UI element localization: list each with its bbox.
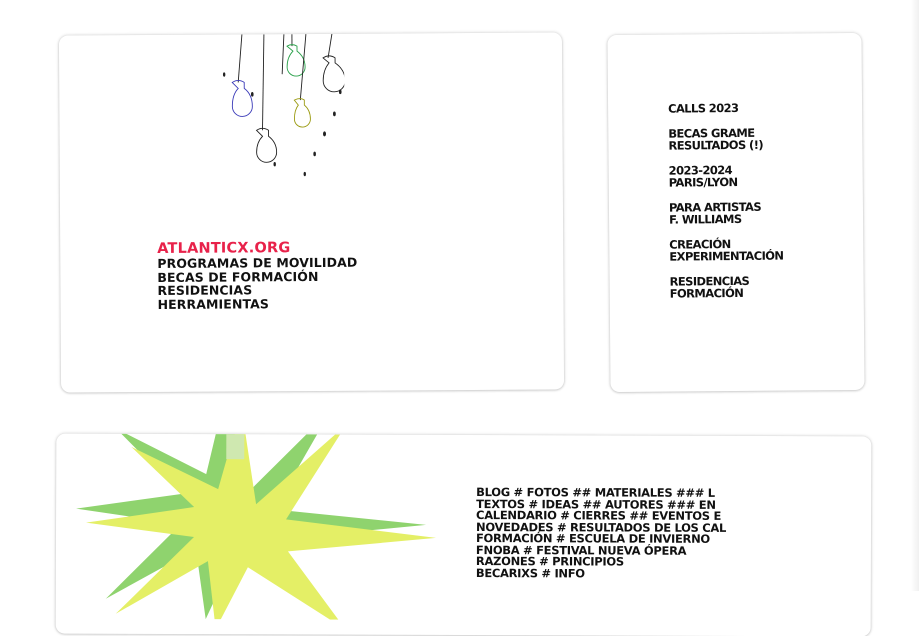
nav-menu: CALLS 2023 BECAS GRAME RESULTADOS (!) 20…	[668, 101, 860, 312]
intro-card: ATLANTICX.ORG PROGRAMAS DE MOVILIDAD BEC…	[59, 32, 564, 392]
intro-text: ATLANTICX.ORG PROGRAMAS DE MOVILIDAD BEC…	[157, 240, 357, 311]
tag-line[interactable]: BECARIXS # INFO	[476, 568, 766, 581]
menu-item-artistas[interactable]: PARA ARTISTAS F. WILLIAMS	[669, 199, 859, 226]
menu-item-sublabel: EXPERIMENTACIÓN	[669, 249, 859, 263]
starburst-illustration	[76, 434, 437, 620]
menu-item-sublabel: RESULTADOS (!)	[668, 138, 858, 152]
tags-card: BLOG # FOTOS ## MATERIALES ### L TEXTOS …	[56, 434, 872, 636]
light-bulbs-illustration	[164, 34, 345, 195]
menu-card: CALLS 2023 BECAS GRAME RESULTADOS (!) 20…	[607, 33, 864, 392]
tag-cloud: BLOG # FOTOS ## MATERIALES ### L TEXTOS …	[476, 487, 766, 580]
menu-item-residencias[interactable]: RESIDENCIAS FORMACIÓN	[670, 273, 860, 300]
menu-item-becas-grame[interactable]: BECAS GRAME RESULTADOS (!)	[668, 125, 858, 152]
menu-item-paris-lyon[interactable]: 2023-2024 PARIS/LYON	[669, 162, 859, 189]
menu-item-sublabel: F. WILLIAMS	[669, 212, 859, 226]
page-edge	[911, 0, 919, 591]
intro-line: PROGRAMAS DE MOVILIDAD	[157, 256, 357, 271]
intro-line: BECAS DE FORMACIÓN	[157, 269, 357, 284]
menu-item-label: CALLS 2023	[668, 101, 858, 115]
menu-item-sublabel: FORMACIÓN	[670, 286, 860, 300]
menu-item-calls[interactable]: CALLS 2023	[668, 101, 858, 115]
intro-line: HERRAMIENTAS	[158, 296, 358, 311]
intro-line: RESIDENCIAS	[157, 283, 357, 298]
menu-item-sublabel: PARIS/LYON	[669, 175, 859, 189]
menu-item-creacion[interactable]: CREACIÓN EXPERIMENTACIÓN	[669, 236, 859, 263]
